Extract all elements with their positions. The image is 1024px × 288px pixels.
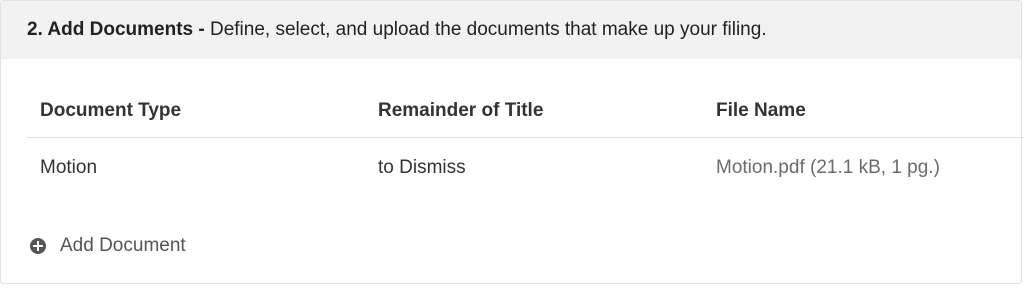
section-header: 2. Add Documents - Define, select, and u… (1, 1, 1021, 59)
header-document-type: Document Type (40, 100, 182, 121)
plus-circle-icon (30, 238, 46, 254)
row-remainder-of-title: to Dismiss (378, 157, 466, 178)
row-document-type: Motion (40, 157, 98, 178)
row-file-name: Motion.pdf (21.1 kB, 1 pg.) (716, 157, 940, 178)
table-header-row: Document Type Remainder of Title File Na… (27, 81, 1023, 138)
add-documents-panel: 2. Add Documents - Define, select, and u… (0, 0, 1023, 284)
table-row: Motion to Dismiss Motion.pdf (21.1 kB, 1… (27, 138, 1023, 196)
header-file-name: File Name (716, 100, 806, 121)
documents-table: Document Type Remainder of Title File Na… (27, 81, 1023, 196)
add-document-button[interactable]: Add Document (30, 234, 186, 258)
header-remainder-of-title: Remainder of Title (378, 100, 544, 121)
section-step-label: 2. Add Documents - (27, 19, 205, 40)
section-description: Define, select, and upload the documents… (209, 19, 767, 40)
add-document-label: Add Document (60, 235, 186, 256)
